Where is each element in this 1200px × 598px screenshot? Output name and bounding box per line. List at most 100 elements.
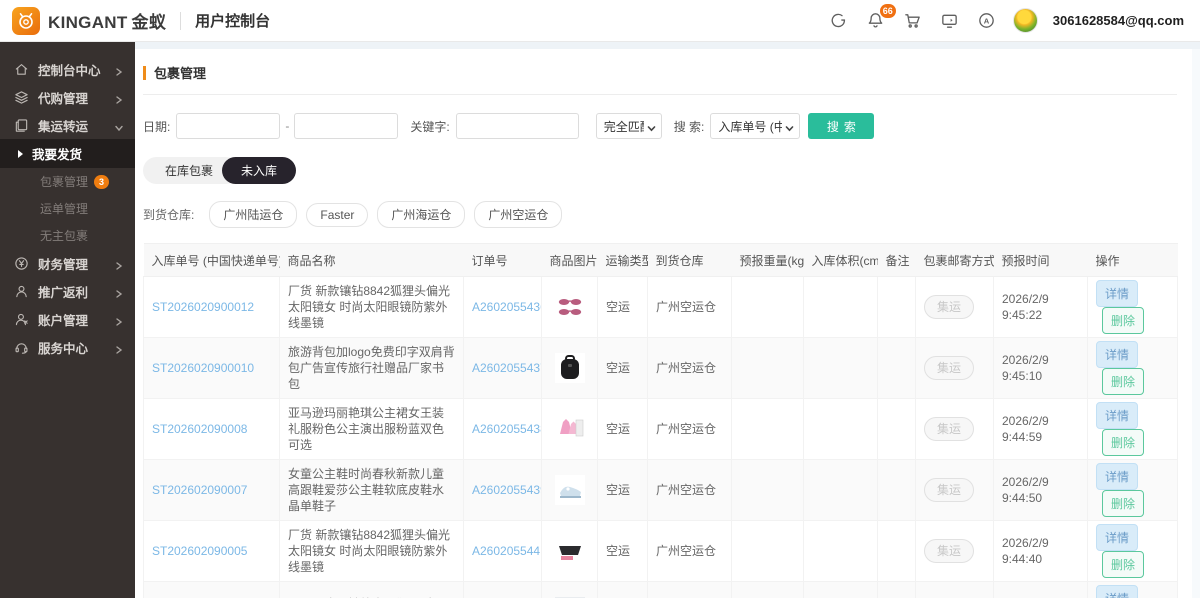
warehouse-chip-faster[interactable]: Faster bbox=[306, 203, 368, 227]
inbound-number-link[interactable]: ST202602090008 bbox=[152, 422, 247, 436]
sidebar-item-unclaimed-packages[interactable]: 无主包裹 bbox=[0, 222, 135, 249]
warehouse-chip-land[interactable]: 广州陆运仓 bbox=[209, 201, 297, 228]
column-header: 入库单号 (中国快递单号) bbox=[144, 244, 280, 277]
delete-button[interactable]: 删除 bbox=[1102, 307, 1144, 334]
match-mode-select[interactable]: 完全匹配 bbox=[596, 113, 662, 139]
package-count-badge: 3 bbox=[94, 175, 109, 189]
product-image bbox=[555, 475, 585, 505]
notifications-bell-icon[interactable]: 66 bbox=[865, 10, 887, 32]
shipping-method-cell: 集运 bbox=[916, 277, 994, 338]
sidebar-group-i-want-to-ship[interactable]: 我要发货 bbox=[0, 139, 135, 168]
shipping-method-cell: 集运 bbox=[916, 460, 994, 521]
column-header: 包裹邮寄方式 bbox=[916, 244, 994, 277]
column-header: 备注 bbox=[878, 244, 916, 277]
warehouse-chip-sea[interactable]: 广州海运仓 bbox=[377, 201, 465, 228]
sidebar-item-purchasing[interactable]: 代购管理 bbox=[0, 83, 135, 111]
sidebar-item-waybill-management[interactable]: 运单管理 bbox=[0, 195, 135, 222]
arrival-warehouse: 广州空运仓 bbox=[648, 521, 732, 582]
forecast-weight bbox=[732, 582, 804, 598]
order-number-link[interactable]: A2602055436 bbox=[472, 300, 542, 314]
brand-logo-icon bbox=[12, 7, 40, 35]
detail-button[interactable]: 详情 bbox=[1096, 280, 1138, 307]
delete-button[interactable]: 删除 bbox=[1102, 551, 1144, 578]
keyword-input[interactable] bbox=[456, 113, 579, 139]
sidebar-item-consolidation[interactable]: 集运转运 bbox=[0, 111, 135, 139]
order-number-cell: A2602055441 bbox=[464, 521, 542, 582]
order-number-cell: A2602055437 bbox=[464, 338, 542, 399]
arrival-warehouse: 广州空运仓 bbox=[648, 399, 732, 460]
scrollbar-track[interactable] bbox=[1192, 49, 1200, 598]
inbound-number-cell: ST202602090008 bbox=[144, 399, 280, 460]
arrival-warehouse: 广州空运仓 bbox=[648, 582, 732, 598]
warehouse-filter-label: 到货仓库: bbox=[143, 206, 194, 223]
inbound-volume bbox=[804, 277, 878, 338]
chevron-down-icon bbox=[115, 121, 123, 129]
shipping-method-cell: 集运 bbox=[916, 521, 994, 582]
package-status-tabs: 在库包裹 未入库 bbox=[143, 157, 1177, 184]
sidebar-item-referral-rebate[interactable]: 推广返利 bbox=[0, 277, 135, 305]
column-header: 入库体积(cm) bbox=[804, 244, 878, 277]
sidebar-item-package-management[interactable]: 包裹管理 3 bbox=[0, 168, 135, 195]
notification-badge: 66 bbox=[880, 4, 896, 18]
forecast-weight bbox=[732, 399, 804, 460]
detail-button[interactable]: 详情 bbox=[1096, 341, 1138, 368]
workbench-icon[interactable]: A bbox=[976, 10, 998, 32]
inbound-number-link[interactable]: ST2026020900010 bbox=[152, 361, 254, 375]
sidebar-item-service-center[interactable]: 服务中心 bbox=[0, 333, 135, 361]
detail-button[interactable]: 详情 bbox=[1096, 585, 1138, 598]
detail-button[interactable]: 详情 bbox=[1096, 402, 1138, 429]
table-header-row: 入库单号 (中国快递单号)商品名称订单号商品图片运输类型到货仓库预报重量(kg)… bbox=[144, 244, 1178, 277]
page-title: 包裹管理 bbox=[154, 63, 206, 82]
inbound-volume bbox=[804, 521, 878, 582]
row-actions: 详情删除 bbox=[1088, 460, 1178, 521]
console-title: 用户控制台 bbox=[195, 10, 270, 31]
table-row: ST2026020900010 旅游背包加logo免费印字双肩背包广告宣传旅行社赠… bbox=[144, 338, 1178, 399]
package-table: 入库单号 (中国快递单号)商品名称订单号商品图片运输类型到货仓库预报重量(kg)… bbox=[143, 243, 1178, 598]
chevron-right-icon bbox=[115, 315, 123, 323]
chevron-down-icon bbox=[785, 122, 794, 131]
delete-button[interactable]: 删除 bbox=[1102, 490, 1144, 517]
support-icon[interactable] bbox=[828, 10, 850, 32]
order-number-link[interactable]: A2602055438 bbox=[472, 422, 542, 436]
order-number-link[interactable]: A2602055441 bbox=[472, 544, 542, 558]
inbound-number-link[interactable]: ST202602090007 bbox=[152, 483, 247, 497]
search-type-select[interactable]: 入库单号 (中国快递单号) bbox=[710, 113, 800, 139]
delete-button[interactable]: 删除 bbox=[1102, 368, 1144, 395]
sidebar-item-account[interactable]: 账户管理 bbox=[0, 305, 135, 333]
chevron-right-icon bbox=[115, 65, 123, 73]
date-to-input[interactable] bbox=[294, 113, 398, 139]
order-number-cell: A2602055439 bbox=[464, 460, 542, 521]
warehouse-chip-air[interactable]: 广州空运仓 bbox=[474, 201, 562, 228]
product-image bbox=[555, 353, 585, 383]
product-name: 旅游背包加logo免费印字双肩背包广告宣传旅行社赠品厂家书包 bbox=[280, 338, 464, 399]
column-header: 运输类型 bbox=[598, 244, 648, 277]
product-name: 厂货 新款镶钻8842狐狸头偏光太阳镜女 时尚太阳眼镜防紫外线墨镜 bbox=[280, 277, 464, 338]
monitor-icon[interactable] bbox=[939, 10, 961, 32]
detail-button[interactable]: 详情 bbox=[1096, 524, 1138, 551]
sidebar-item-finance[interactable]: 财务管理 bbox=[0, 249, 135, 277]
product-image-cell bbox=[542, 521, 598, 582]
detail-button[interactable]: 详情 bbox=[1096, 463, 1138, 490]
forecast-weight bbox=[732, 460, 804, 521]
layers-icon bbox=[14, 90, 29, 105]
row-actions: 详情删除 bbox=[1088, 338, 1178, 399]
inbound-number-link[interactable]: ST2026020900012 bbox=[152, 300, 254, 314]
inbound-number-link[interactable]: ST202602090005 bbox=[152, 544, 247, 558]
date-label: 日期: bbox=[143, 118, 170, 135]
remark bbox=[878, 582, 916, 598]
tab-not-in-warehouse[interactable]: 未入库 bbox=[222, 157, 296, 184]
order-number-link[interactable]: A2602055439 bbox=[472, 483, 542, 497]
content-top-strip bbox=[135, 42, 1200, 49]
sidebar-item-console-center[interactable]: 控制台中心 bbox=[0, 55, 135, 83]
home-icon bbox=[14, 62, 29, 77]
cart-icon[interactable] bbox=[902, 10, 924, 32]
divider bbox=[180, 12, 181, 30]
user-avatar[interactable] bbox=[1013, 8, 1038, 33]
date-from-input[interactable] bbox=[176, 113, 280, 139]
document-icon bbox=[14, 118, 29, 133]
search-button[interactable]: 搜索 bbox=[808, 113, 874, 139]
forecast-time: 2026/2/9 9:44:50 bbox=[994, 460, 1088, 521]
delete-button[interactable]: 删除 bbox=[1102, 429, 1144, 456]
order-number-link[interactable]: A2602055437 bbox=[472, 361, 542, 375]
shipping-method-tag: 集运 bbox=[924, 356, 974, 380]
